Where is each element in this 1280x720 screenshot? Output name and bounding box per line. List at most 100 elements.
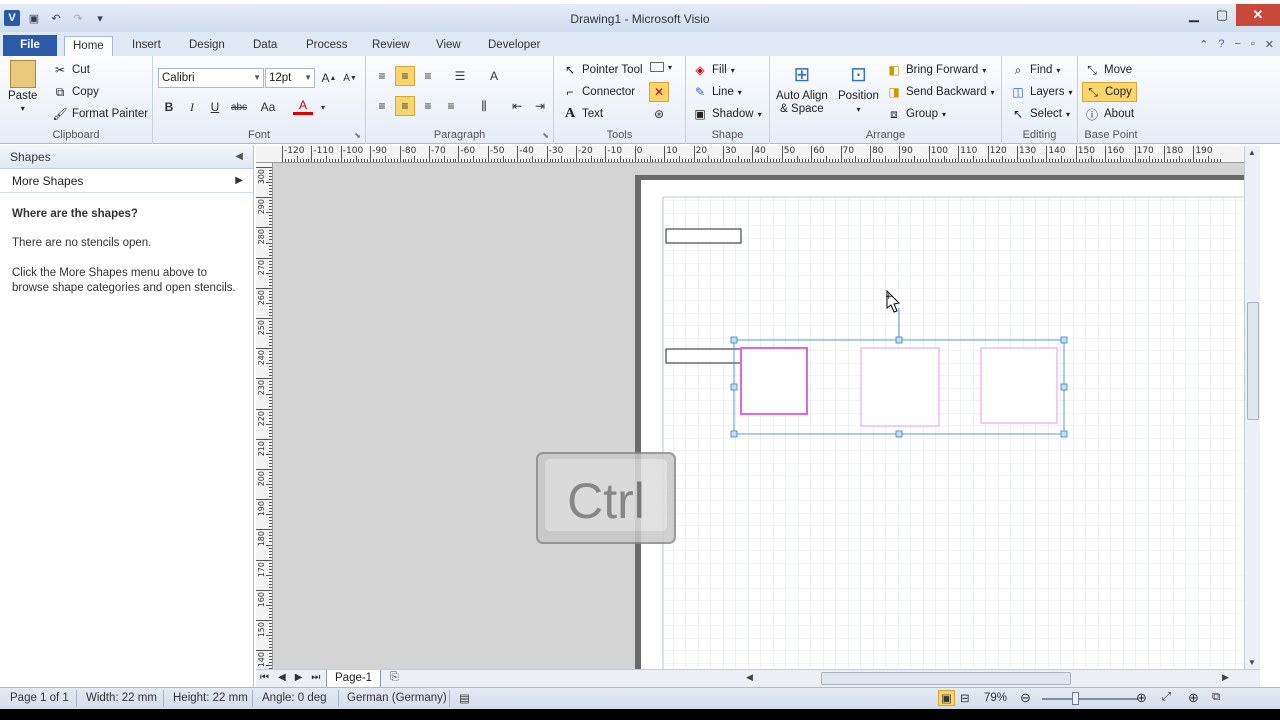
paste-button[interactable]: Paste ▾ <box>8 60 37 113</box>
connector-button[interactable]: ⌐ Connector <box>562 84 635 100</box>
justify-icon[interactable]: ≡ <box>441 96 461 116</box>
position-button[interactable]: ⊡ Position ▾ <box>838 60 879 116</box>
drawing-surface[interactable]: + Ctrl <box>273 163 1244 669</box>
first-page-icon[interactable]: ⏮ <box>260 672 269 683</box>
pointer-tool-button[interactable]: ↖ Pointer Tool <box>562 62 643 78</box>
status-language[interactable]: German (Germany) <box>347 692 447 704</box>
bold-button[interactable]: B <box>159 97 179 117</box>
tab-process[interactable]: Process <box>298 36 356 56</box>
status-height[interactable]: Height: 22 mm <box>173 692 248 704</box>
macro-record-icon[interactable]: ▤ <box>459 691 470 705</box>
zoom-level[interactable]: 79% <box>984 692 1007 704</box>
next-page-icon[interactable]: ▶ <box>295 672 303 683</box>
align-right-icon[interactable]: ≡ <box>418 96 438 116</box>
doc-minimize-icon[interactable]: − <box>1234 38 1240 51</box>
group-button[interactable]: ⧈ Group ▾ <box>886 106 946 122</box>
change-case-button[interactable]: Aa <box>255 97 281 117</box>
tab-home[interactable]: Home <box>64 36 113 56</box>
cut-button[interactable]: ✂ Cut <box>52 62 90 78</box>
scroll-down-icon[interactable]: ▼ <box>1248 658 1256 667</box>
layers-button[interactable]: ◫ Layers ▾ <box>1010 84 1072 100</box>
zoom-slider-track[interactable] <box>1042 698 1138 700</box>
zoom-in-icon[interactable]: ⊕ <box>1136 690 1147 706</box>
close-tool-icon[interactable]: ✕ <box>649 82 669 102</box>
drawing-canvas[interactable]: + Ctrl <box>273 163 1244 669</box>
rectangle-shape[interactable] <box>665 228 742 244</box>
switch-windows-icon[interactable]: ⧉ <box>1212 691 1220 704</box>
more-shapes-menu[interactable]: More Shapes ▶ <box>0 169 253 193</box>
select-button[interactable]: ↖ Select ▾ <box>1010 106 1070 122</box>
square-shape-selected[interactable] <box>740 347 808 415</box>
tab-file[interactable]: File <box>3 35 57 56</box>
vertical-scroll-thumb[interactable] <box>1247 302 1259 420</box>
auto-align-space-button[interactable]: ⊞ Auto Align & Space <box>776 60 828 116</box>
status-page[interactable]: Page 1 of 1 <box>10 692 69 704</box>
help-icon[interactable]: ? <box>1218 38 1224 51</box>
scroll-left-icon[interactable]: ◀ <box>746 672 753 683</box>
strikethrough-button[interactable]: abc <box>229 97 249 117</box>
full-screen-icon[interactable]: ▣ <box>938 690 955 706</box>
scroll-up-icon[interactable]: ▲ <box>1248 148 1256 157</box>
font-family-select[interactable]: Calibri ▼ <box>158 68 264 88</box>
maximize-icon[interactable]: ▢ <box>1208 4 1236 26</box>
italic-button[interactable]: I <box>182 97 202 117</box>
square-shape[interactable] <box>860 347 940 427</box>
shrink-font-icon[interactable]: A ▼ <box>340 68 360 88</box>
vertical-scrollbar[interactable]: ▲ ▼ <box>1244 146 1260 669</box>
font-size-select[interactable]: 12pt ▼ <box>265 68 315 88</box>
dialog-launcher-icon[interactable]: ⬊ <box>354 131 361 140</box>
text-tool-button[interactable]: A Text <box>562 106 603 122</box>
zoom-slider-thumb[interactable] <box>1072 692 1079 705</box>
bullets-icon[interactable]: ☰ <box>450 66 470 86</box>
doc-close-icon[interactable]: ✕ <box>1265 38 1274 51</box>
insert-page-icon[interactable]: ⎘ <box>390 671 399 684</box>
align-bottom-icon[interactable]: ≡ <box>418 66 438 86</box>
tab-design[interactable]: Design <box>181 36 233 56</box>
connection-point-icon[interactable]: ⊛ <box>649 104 669 124</box>
underline-button[interactable]: U <box>205 97 225 117</box>
rectangle-tool-button[interactable]: ▾ <box>650 62 672 72</box>
align-top-icon[interactable]: ≡ <box>372 66 392 86</box>
rectangle-shape[interactable] <box>665 348 742 364</box>
minimize-icon[interactable]: ▁ <box>1180 4 1208 26</box>
pan-zoom-icon[interactable]: ⊕ <box>1188 690 1199 706</box>
close-icon[interactable]: ✕ <box>1236 4 1280 26</box>
square-shape[interactable] <box>980 347 1058 424</box>
increase-indent-icon[interactable]: ⇥ <box>530 96 550 116</box>
text-direction-icon[interactable]: A <box>484 66 504 86</box>
fit-page-icon[interactable]: ⤢ <box>1162 691 1171 704</box>
page-tab[interactable]: Page-1 <box>326 670 382 688</box>
tab-developer[interactable]: Developer <box>480 36 548 56</box>
base-copy-button[interactable]: ⤡ Copy <box>1082 82 1137 102</box>
tab-review[interactable]: Review <box>364 36 418 56</box>
tab-view[interactable]: View <box>428 36 469 56</box>
copy-button[interactable]: ⧉ Copy <box>52 84 99 100</box>
bring-forward-button[interactable]: ◧ Bring Forward ▾ <box>886 62 986 78</box>
find-button[interactable]: ⌕ Find ▾ <box>1010 62 1061 78</box>
decrease-indent-icon[interactable]: ⇤ <box>507 96 527 116</box>
minimize-ribbon-icon[interactable]: ⌃ <box>1199 38 1208 51</box>
font-color-dropdown-icon[interactable]: ▾ <box>313 97 333 117</box>
last-page-icon[interactable]: ⏭ <box>311 672 320 683</box>
move-button[interactable]: ⤡ Move <box>1084 62 1132 78</box>
status-width[interactable]: Width: 22 mm <box>86 692 157 704</box>
prev-page-icon[interactable]: ◀ <box>278 672 286 683</box>
send-backward-button[interactable]: ◨ Send Backward ▾ <box>886 84 994 100</box>
status-angle[interactable]: Angle: 0 deg <box>262 692 327 704</box>
scroll-right-icon[interactable]: ▶ <box>1222 672 1229 683</box>
tab-insert[interactable]: Insert <box>124 36 169 56</box>
doc-restore-icon[interactable]: ▫ <box>1251 38 1255 51</box>
align-left-icon[interactable]: ≡ <box>372 96 392 116</box>
fill-button[interactable]: ◈ Fill ▾ <box>692 62 734 78</box>
collapse-pane-icon[interactable]: ◀ <box>235 145 243 169</box>
presentation-mode-icon[interactable]: ⊟ <box>960 691 970 705</box>
align-middle-icon[interactable]: ≡ <box>395 66 415 86</box>
line-button[interactable]: ✎ Line ▾ <box>692 84 742 100</box>
horizontal-scroll-thumb[interactable] <box>821 672 1071 685</box>
distribute-icon[interactable]: ⫼ <box>474 96 494 116</box>
zoom-out-icon[interactable]: ⊖ <box>1020 690 1031 706</box>
grow-font-icon[interactable]: A ▲ <box>319 68 339 88</box>
shadow-button[interactable]: ▣ Shadow ▾ <box>692 106 761 122</box>
tab-data[interactable]: Data <box>245 36 285 56</box>
format-painter-button[interactable]: 🖌 Format Painter <box>52 106 148 122</box>
